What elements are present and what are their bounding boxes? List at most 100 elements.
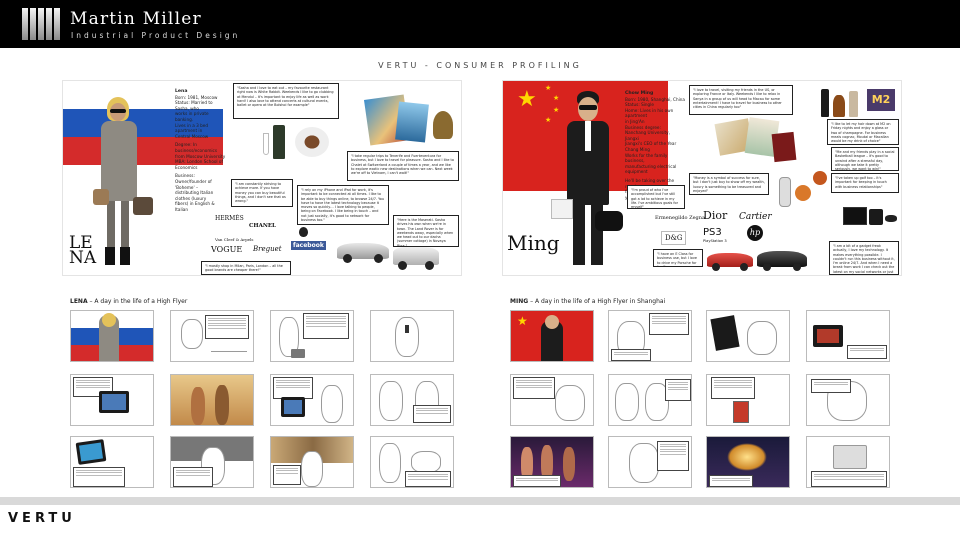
storyboard-title-rest: – A day in the life of a High Flyer in S… <box>528 298 666 305</box>
dg-logo: D&G <box>661 231 687 245</box>
lena-storyboard-panel <box>270 374 354 426</box>
profile-line: Home: Lives in his own apartment <box>625 107 674 119</box>
wheel-icon <box>398 261 407 270</box>
lena-storyboard-panel <box>270 436 354 488</box>
lena-quote-shopping: "I mostly shop in Milan, Paris, London –… <box>201 261 291 275</box>
wheel-icon <box>712 263 720 271</box>
ming-profile-board: ★ ★ ★ ★ ★ Ming Chow Ming Born: 1980, Sha… <box>502 80 902 276</box>
lena-storyboard-panel <box>170 374 254 426</box>
lena-quote-technology: "I rely on my iPhone and iPad for work, … <box>297 185 389 225</box>
golf-bag-icon <box>779 177 791 207</box>
lena-storyboard-title: LENA – A day in the life of a High Flyer <box>70 298 187 305</box>
profile-line: Degree: In business/economics <box>175 142 218 153</box>
ming-storyboard-panel <box>806 310 890 362</box>
storyboard-title-rest: – A day in the life of a High Flyer <box>87 298 188 305</box>
lena-big-name-line2: NA <box>69 248 97 268</box>
lena-photo <box>93 97 153 275</box>
chanel-logo: CHANEL <box>249 223 276 229</box>
moutai-bottle-icon <box>821 89 829 117</box>
m2-club-logo: M2 <box>867 89 895 111</box>
brand-subtitle: Industrial Product Design <box>71 31 241 40</box>
profile-line: Owner/founder of 'Boheme' – <box>175 178 212 190</box>
wheel-icon <box>763 263 771 271</box>
passport-image <box>771 131 797 163</box>
ming-quote-golf: "I've taken up golf too – it's important… <box>831 173 899 193</box>
ming-storyboard-panel <box>706 310 790 362</box>
storyboard-title-bold: LENA <box>70 298 88 305</box>
ming-quote-nightlife: "I like to let my hair down at M2 on Fri… <box>827 119 899 145</box>
champagne-bottle-icon <box>273 125 285 159</box>
profile-line: Status: Married to Sasha, who <box>175 100 213 111</box>
vogue-logo: VOGUE <box>211 245 243 254</box>
ming-storyboard-panel <box>510 374 594 426</box>
lena-quote-cars: "Here is the Maserati. Sasha drives his … <box>393 215 459 247</box>
lena-storyboard-panel <box>70 310 154 362</box>
ball-icon <box>813 171 827 185</box>
page: Martin Miller Industrial Product Design … <box>0 0 960 540</box>
ming-quote-money: "Money is a symbol of success for sure, … <box>689 173 769 195</box>
ming-storyboard-panel <box>510 436 594 488</box>
footer-bar <box>0 497 960 505</box>
ming-quote-travel: "I love to travel, visiting my friends i… <box>689 85 793 115</box>
storyboard-title-bold: MING <box>510 298 529 305</box>
lena-big-name: LE NA <box>69 235 97 268</box>
ming-quote-cars: "I have an E Class for business use, but… <box>653 249 703 267</box>
brand-name: Martin Miller <box>70 9 202 29</box>
buddha-statue-icon <box>433 111 453 139</box>
header-bar: Martin Miller Industrial Product Design <box>0 0 960 48</box>
ming-storyboard-panel <box>706 436 790 488</box>
vertu-footer-logo: VERTU <box>8 511 76 526</box>
gamepad-icon <box>885 215 897 222</box>
dish-icon <box>295 127 329 157</box>
travel-brochure-image <box>395 101 429 143</box>
cognac-bottle-icon <box>833 95 845 117</box>
van-cleef-logo: Van Cleef & Arpels <box>215 237 254 242</box>
macallan-bottle-icon <box>849 91 858 117</box>
lena-storyboard-panel <box>170 310 254 362</box>
ps3-console-image <box>869 209 883 225</box>
zegna-logo: Ermenegildo Zegna <box>655 215 705 221</box>
lena-profile-text: Lena Born: 1981, Moscow Status: Married … <box>175 89 227 212</box>
ps3-logo: PS3 <box>703 227 722 238</box>
ming-storyboard-title: MING – A day in the life of a High Flyer… <box>510 298 665 305</box>
wheel-icon <box>425 261 434 270</box>
profile-line: MBA: London School of <box>175 159 223 165</box>
wheel-icon <box>343 254 352 263</box>
ming-storyboard-panel <box>608 310 692 362</box>
facebook-logo: facebook <box>291 241 326 250</box>
lena-profile-board: LE NA Lena Born: 1981, Moscow Status: Ma… <box>62 80 462 276</box>
wheel-icon <box>793 263 801 271</box>
cartier-logo: Cartier <box>739 212 772 222</box>
ming-profile-text: Chow Ming Born: 1980, Shanghai, China St… <box>625 91 685 200</box>
lena-quote-restaurants: "Sasha and I love to eat out – my favour… <box>233 83 339 119</box>
profile-line: Lives in a 3 bed apartment in <box>175 122 208 134</box>
profile-line: Nanchang University, Jiangxi <box>625 130 670 141</box>
ming-big-name: Ming <box>507 231 560 255</box>
ming-storyboard-panel: ★ <box>510 310 594 362</box>
profile-line: Works for the family business, <box>625 152 668 164</box>
ming-storyboard-panel <box>806 436 890 488</box>
profile-line: fibers) in English & Italian <box>175 201 215 212</box>
lena-storyboard-panel <box>70 374 154 426</box>
ming-storyboard-panel <box>706 374 790 426</box>
ming-storyboard-panel <box>608 374 692 426</box>
ming-storyboard-panel <box>806 374 890 426</box>
ming-quote-pride: "I'm proud of who I've accomplished but … <box>627 185 685 209</box>
playstation-text: PlayStation 3 <box>703 239 727 243</box>
lena-storyboard-panel <box>70 436 154 488</box>
wheel-icon <box>374 254 383 263</box>
lena-storyboard-panel <box>370 374 454 426</box>
lena-storyboard-panel <box>170 436 254 488</box>
ming-storyboard-panel <box>608 436 692 488</box>
lena-quote-ambition: "I am constantly striving to achieve mor… <box>231 179 293 207</box>
ming-photo <box>551 91 623 275</box>
breguet-logo: Breguet <box>253 245 282 253</box>
page-title: VERTU - CONSUMER PROFILING <box>378 61 582 70</box>
dior-logo: Dior <box>703 209 728 222</box>
hp-logo: hp <box>747 225 763 241</box>
lena-storyboard-panel <box>370 310 454 362</box>
champagne-glass-icon <box>263 133 269 155</box>
tv-monitor-image <box>843 207 867 225</box>
lena-storyboard-panel <box>270 310 354 362</box>
ming-quote-basketball: "Me and my friends play in a social Bask… <box>831 147 899 171</box>
